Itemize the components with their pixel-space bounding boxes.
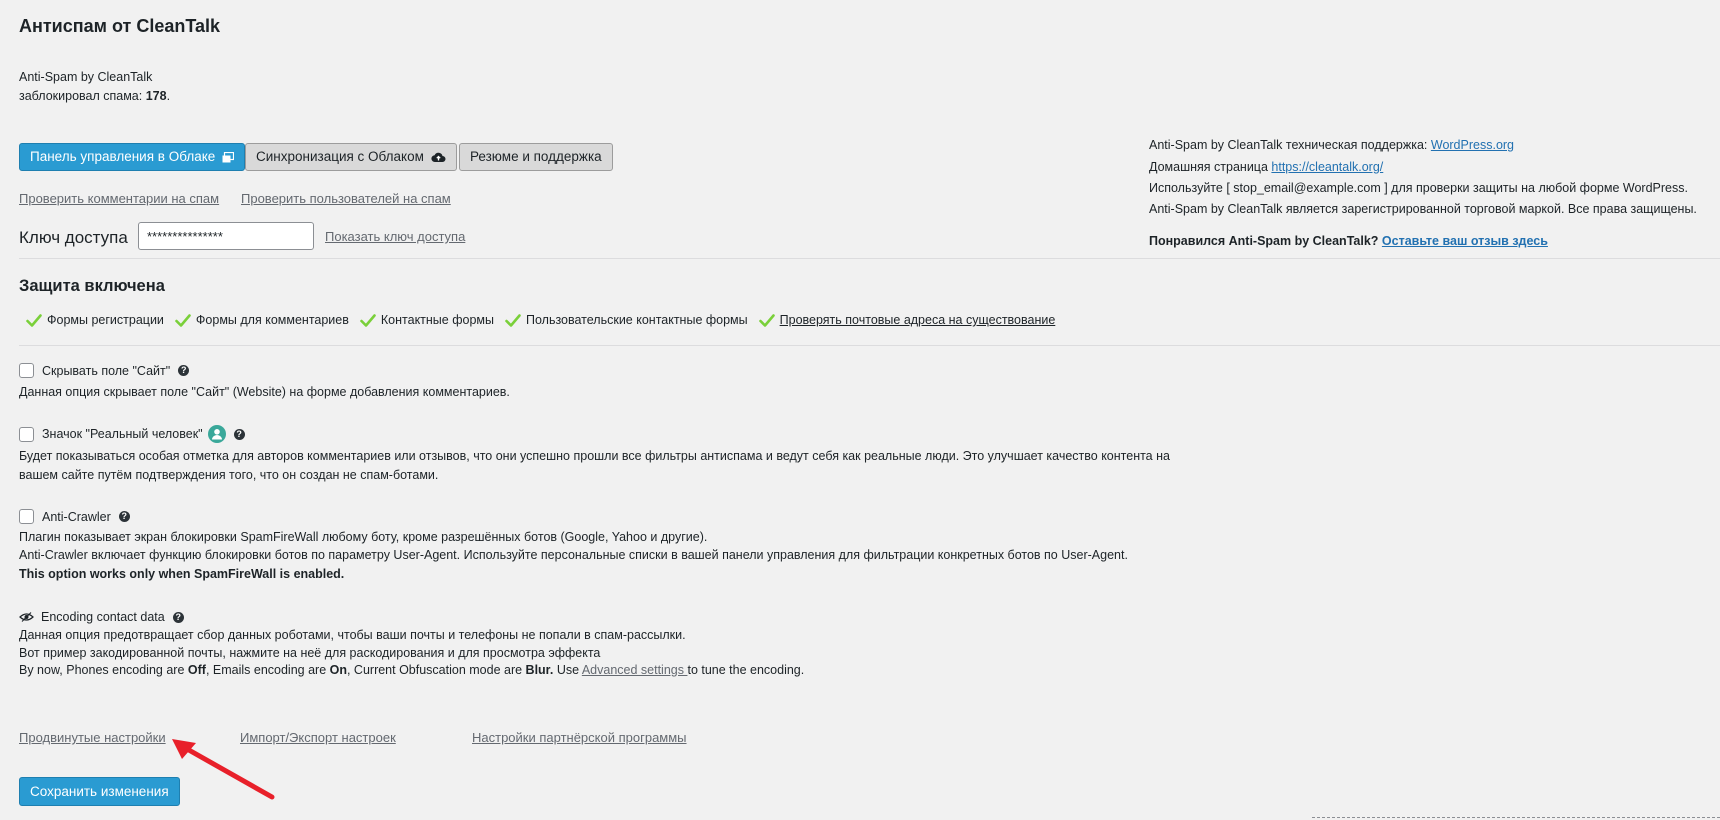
access-key-label: Ключ доступа (19, 228, 128, 247)
encoding-status-suffix: to tune the encoding. (687, 663, 805, 677)
plugin-name: Anti-Spam by CleanTalk (19, 70, 153, 84)
checkmark-icon (758, 313, 775, 327)
homepage-info: Домашняя страница https://cleantalk.org/ (1149, 160, 1383, 174)
homepage-prefix: Домашняя страница (1149, 160, 1268, 174)
summary-support-button[interactable]: Резюме и поддержка (459, 143, 613, 171)
access-key-input[interactable] (138, 222, 314, 250)
feature-item: Пользовательские контактные формы (505, 313, 748, 327)
cloud-panel-label: Панель управления в Облаке (30, 149, 216, 164)
feature-item: Контактные формы (360, 313, 494, 327)
real-person-checkbox[interactable] (19, 426, 34, 442)
review-info: Понравился Anti-Spam by CleanTalk? Остав… (1149, 234, 1548, 248)
save-changes-button[interactable]: Сохранить изменения (19, 777, 180, 806)
cloud-upload-icon (431, 152, 446, 163)
hide-site-desc: Данная опция скрывает поле "Сайт" (Websi… (19, 385, 510, 399)
save-label: Сохранить изменения (30, 783, 169, 799)
protection-title: Защита включена (19, 277, 165, 295)
anti-crawler-desc-line1: Плагин показывает экран блокировки SpamF… (19, 530, 708, 544)
anti-crawler-desc-line2: Anti-Crawler включает функцию блокировки… (19, 548, 1128, 562)
real-person-label: Значок "Реальный человек" (42, 427, 203, 441)
phones-encoding-value: Off (187, 663, 206, 677)
anti-crawler-desc-line3: This option works only when SpamFireWall… (19, 567, 345, 581)
advanced-settings-link[interactable]: Продвинутые настройки (19, 730, 166, 745)
external-window-icon (222, 151, 235, 162)
encoding-status-prefix: By now, Phones encoding are (19, 663, 188, 677)
show-key-link[interactable]: Показать ключ доступа (325, 229, 465, 244)
blocked-label: заблокировал спама: (19, 89, 143, 103)
encoding-status-use: Use (553, 663, 582, 677)
feature-item: Формы регистрации (26, 313, 164, 327)
encoding-status-line: By now, Phones encoding are Off, Emails … (19, 661, 804, 679)
anti-crawler-label: Anti-Crawler (42, 509, 111, 524)
review-prefix: Понравился Anti-Spam by CleanTalk? (1149, 234, 1379, 248)
checkmark-icon (175, 313, 191, 327)
summary-label: Резюме и поддержка (470, 149, 602, 164)
hide-site-option: Скрывать поле "Сайт" ? (19, 363, 190, 378)
real-person-badge-icon (207, 425, 226, 443)
divider (19, 345, 1720, 346)
support-info: Anti-Spam by CleanTalk техническая подде… (1149, 138, 1514, 152)
emails-encoding-value: On (329, 663, 347, 677)
obfuscation-mode-value: Blur. (525, 663, 554, 677)
partner-program-link[interactable]: Настройки партнёрской программы (472, 730, 687, 745)
checkmark-icon (26, 313, 42, 327)
page-title: Антиспам от CleanTalk (19, 16, 221, 36)
wordpress-org-link[interactable]: WordPress.org (1431, 138, 1514, 152)
check-users-link[interactable]: Проверить пользователей на спам (241, 191, 451, 206)
help-icon[interactable]: ? (178, 365, 190, 376)
anti-crawler-option: Anti-Crawler ? (19, 509, 130, 524)
help-icon[interactable]: ? (172, 611, 184, 623)
feature-item: Формы для комментариев (175, 313, 349, 327)
real-person-desc-line2: вашем сайте путём подтверждения того, чт… (19, 468, 439, 482)
sync-cloud-button[interactable]: Синхронизация с Облаком (245, 143, 457, 171)
encoding-label: Encoding contact data (41, 610, 165, 624)
encoding-status-mid2: , Current Obfuscation mode are (346, 663, 526, 677)
blocked-count: 178 (145, 89, 167, 103)
hide-site-label: Скрывать поле "Сайт" (42, 363, 171, 378)
blocked-spam-stat: заблокировал спама: 178. (19, 89, 170, 103)
review-link[interactable]: Оставьте ваш отзыв здесь (1382, 234, 1548, 248)
eye-icon (19, 612, 34, 622)
red-arrow-icon (172, 739, 275, 800)
blocked-suffix: . (166, 89, 171, 103)
help-icon[interactable]: ? (118, 511, 130, 522)
checkmark-icon (505, 313, 521, 327)
encoding-desc-line2: Вот пример закодированной почты, нажмите… (19, 646, 601, 660)
feature-label: Контактные формы (380, 313, 494, 327)
advanced-settings-inline-link[interactable]: Advanced settings (582, 663, 688, 677)
cloud-panel-button[interactable]: Панель управления в Облаке (19, 143, 246, 171)
feature-label: Формы для комментариев (195, 313, 349, 327)
support-prefix: Anti-Spam by CleanTalk техническая подде… (1149, 138, 1428, 152)
check-email-exist-link[interactable]: Проверять почтовые адреса на существован… (780, 313, 1056, 327)
real-person-option: Значок "Реальный человек" ? (19, 425, 245, 443)
protection-features: Формы регистрации Формы для комментариев… (26, 313, 1066, 327)
encoding-desc-line1: Данная опция предотвращает сбор данных р… (19, 628, 686, 642)
checkmark-icon (360, 313, 376, 327)
anti-crawler-checkbox[interactable] (19, 509, 34, 524)
dotted-divider (1312, 817, 1720, 818)
encoding-status-mid1: , Emails encoding are (205, 663, 330, 677)
feature-label: Формы регистрации (47, 313, 164, 327)
feature-label: Пользовательские контактные формы (525, 313, 748, 327)
divider (19, 258, 1720, 259)
trademark-info: Anti-Spam by CleanTalk является зарегист… (1149, 202, 1697, 216)
encoding-option: Encoding contact data ? (19, 610, 184, 624)
sync-label: Синхронизация с Облаком (256, 149, 424, 164)
homepage-link[interactable]: https://cleantalk.org/ (1271, 160, 1383, 174)
real-person-desc-line1: Будет показываться особая отметка для ав… (19, 449, 1170, 463)
check-comments-link[interactable]: Проверить комментарии на спам (19, 191, 219, 206)
hide-site-checkbox[interactable] (19, 363, 34, 378)
stop-email-info: Используйте [ stop_email@example.com ] д… (1149, 181, 1688, 195)
help-icon[interactable]: ? (233, 428, 245, 440)
feature-item: Проверять почтовые адреса на существован… (758, 313, 1056, 327)
